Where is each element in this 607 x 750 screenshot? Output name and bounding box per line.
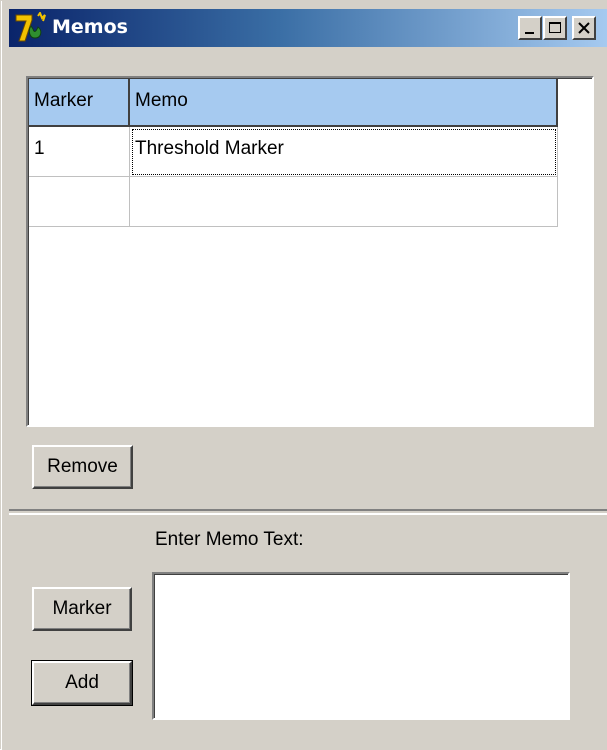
column-header-marker[interactable]: Marker xyxy=(29,79,130,127)
memo-text-input[interactable] xyxy=(152,572,570,720)
memo-entry-panel: Enter Memo Text: Marker Add xyxy=(9,513,607,750)
memo-grid[interactable]: Marker Memo 1 Threshold Marker xyxy=(26,76,594,427)
maximize-button[interactable] xyxy=(543,16,567,40)
window-title: Memos xyxy=(52,16,128,38)
app-7-icon xyxy=(14,10,48,44)
marker-button[interactable]: Marker xyxy=(32,587,132,631)
memo-text-label: Enter Memo Text: xyxy=(155,529,304,550)
remove-button[interactable]: Remove xyxy=(32,445,133,489)
cell-marker-row-2[interactable] xyxy=(29,177,130,227)
memo-list-panel: Marker Memo 1 Threshold Marker Remove xyxy=(9,47,607,511)
cell-marker-row-1[interactable]: 1 xyxy=(29,127,130,177)
cell-memo-row-1[interactable]: Threshold Marker xyxy=(130,127,558,177)
add-button[interactable]: Add xyxy=(31,660,133,706)
cell-memo-row-2[interactable] xyxy=(130,177,558,227)
title-bar[interactable]: Memos xyxy=(9,9,607,47)
column-header-memo[interactable]: Memo xyxy=(130,79,558,127)
window-frame xyxy=(1,1,9,750)
minimize-button[interactable] xyxy=(518,16,542,40)
close-button[interactable] xyxy=(572,16,596,40)
memos-window: Memos Marker Memo 1 Threshold Marker Rem… xyxy=(0,0,607,750)
memo-grid-body: Marker Memo 1 Threshold Marker xyxy=(28,78,592,425)
